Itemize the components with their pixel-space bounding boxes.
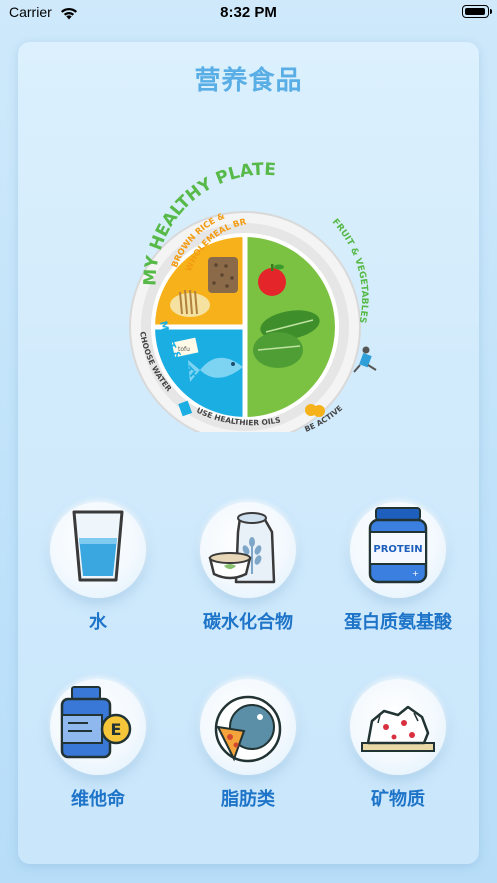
vitamin-bottle-icon: E xyxy=(50,679,146,775)
category-water[interactable]: 水 xyxy=(33,502,163,634)
category-carbohydrates[interactable]: 碳水化合物 xyxy=(183,502,313,634)
category-vitamins[interactable]: E 维他命 xyxy=(33,679,163,811)
category-vitamins-label: 维他命 xyxy=(71,789,125,810)
nutrition-card: 营养食品 tofu MY HEALTHY PLATE BROWN RICE & … xyxy=(18,42,479,864)
category-minerals[interactable]: 矿物质 xyxy=(333,679,463,811)
clock-time: 8:32 PM xyxy=(220,4,277,21)
vitamin-badge: E xyxy=(111,720,122,739)
battery-icon xyxy=(462,5,492,18)
protein-jar-icon: PROTEIN + xyxy=(350,502,446,598)
category-minerals-label: 矿物质 xyxy=(371,789,425,810)
status-bar: Carrier 8:32 PM xyxy=(0,0,497,26)
protein-jar-text: PROTEIN xyxy=(373,544,422,555)
fat-food-icon xyxy=(200,679,296,775)
mineral-rock-icon xyxy=(350,679,446,775)
category-fats[interactable]: 脂肪类 xyxy=(183,679,313,811)
svg-text:+: + xyxy=(412,569,419,578)
category-water-label: 水 xyxy=(89,612,107,633)
category-fats-label: 脂肪类 xyxy=(221,789,275,810)
water-glass-icon xyxy=(50,502,146,598)
category-protein-label: 蛋白质氨基酸 xyxy=(344,612,452,633)
category-protein[interactable]: PROTEIN + 蛋白质氨基酸 xyxy=(333,502,463,634)
grain-sack-icon xyxy=(200,502,296,598)
page-title: 营养食品 xyxy=(194,66,303,96)
healthy-plate-image: tofu MY HEALTHY PLATE BROWN RICE & WHOLE… xyxy=(114,125,408,443)
category-carbohydrates-label: 碳水化合物 xyxy=(203,612,293,633)
